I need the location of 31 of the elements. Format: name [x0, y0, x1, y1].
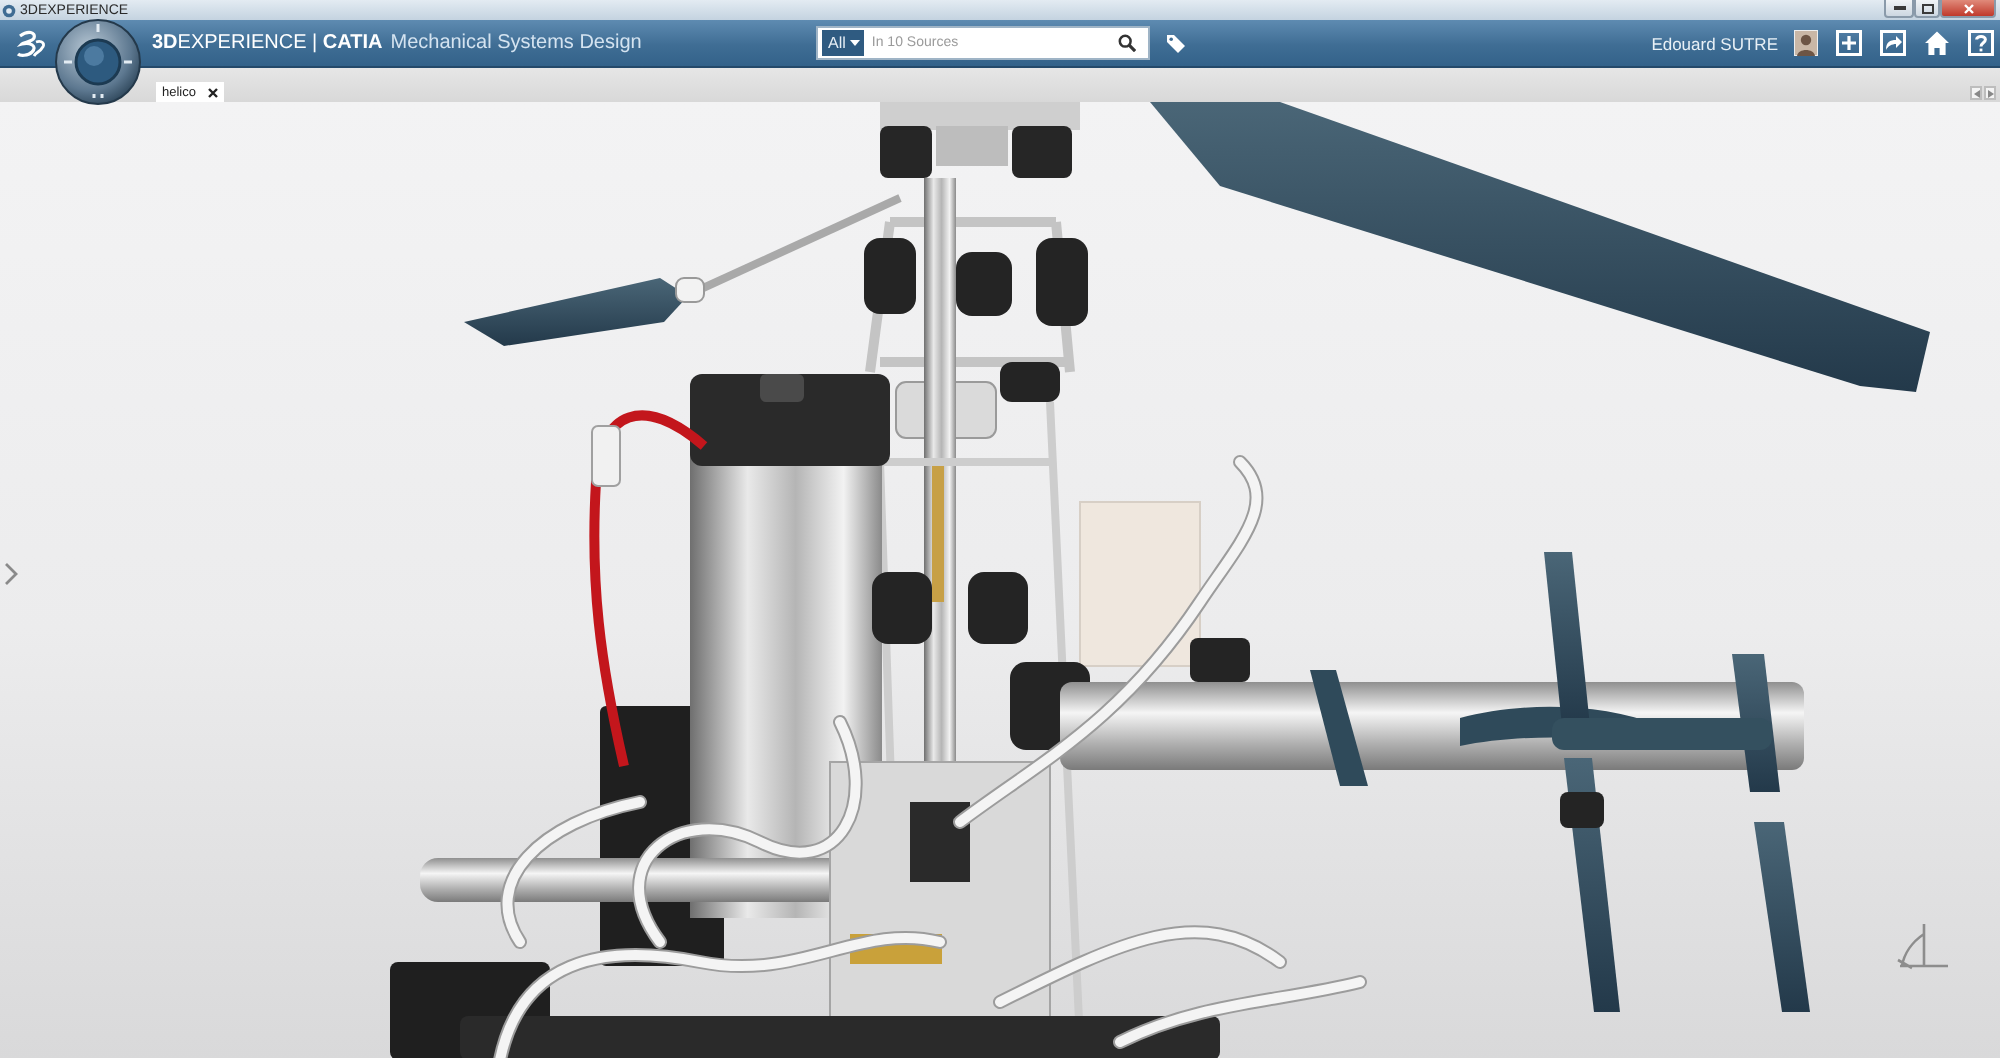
app-icon: [2, 3, 16, 17]
tag-icon: [1166, 33, 1186, 53]
avatar-icon[interactable]: [1794, 30, 1818, 56]
minimize-button[interactable]: [1884, 0, 1914, 18]
search-scope-dropdown[interactable]: All: [822, 30, 864, 56]
logo-icon: [16, 29, 48, 57]
right-arrow-icon: [1987, 89, 1993, 97]
caret-icon: [849, 40, 860, 46]
share-button[interactable]: [1880, 30, 1906, 56]
compass-icon[interactable]: [54, 18, 142, 106]
close-button[interactable]: [1940, 0, 1996, 18]
share-icon: [1880, 30, 1906, 56]
close-icon: [1963, 3, 1973, 13]
plus-icon: [1836, 30, 1862, 56]
minimize-icon: [1893, 6, 1905, 10]
help-button[interactable]: [1968, 30, 1994, 56]
left-arrow-icon: [1973, 89, 1979, 97]
scroll-right-button[interactable]: [1984, 86, 1996, 100]
brand-name: 3DEXPERIENCE | CATIA: [152, 32, 383, 54]
scroll-left-button[interactable]: [1970, 86, 1982, 100]
user-name: Edouard SUTRE: [1651, 33, 1778, 53]
maximize-button[interactable]: [1914, 0, 1940, 18]
add-button[interactable]: [1836, 30, 1862, 56]
help-icon: [1968, 30, 1994, 56]
maximize-icon: [1921, 3, 1933, 13]
app-name: Mechanical Systems Design: [390, 32, 642, 54]
home-button[interactable]: [1924, 30, 1950, 56]
close-icon[interactable]: [207, 88, 218, 98]
home-icon: [1924, 30, 1950, 56]
search-icon[interactable]: [1118, 34, 1136, 52]
tag-button[interactable]: [1166, 33, 1186, 53]
